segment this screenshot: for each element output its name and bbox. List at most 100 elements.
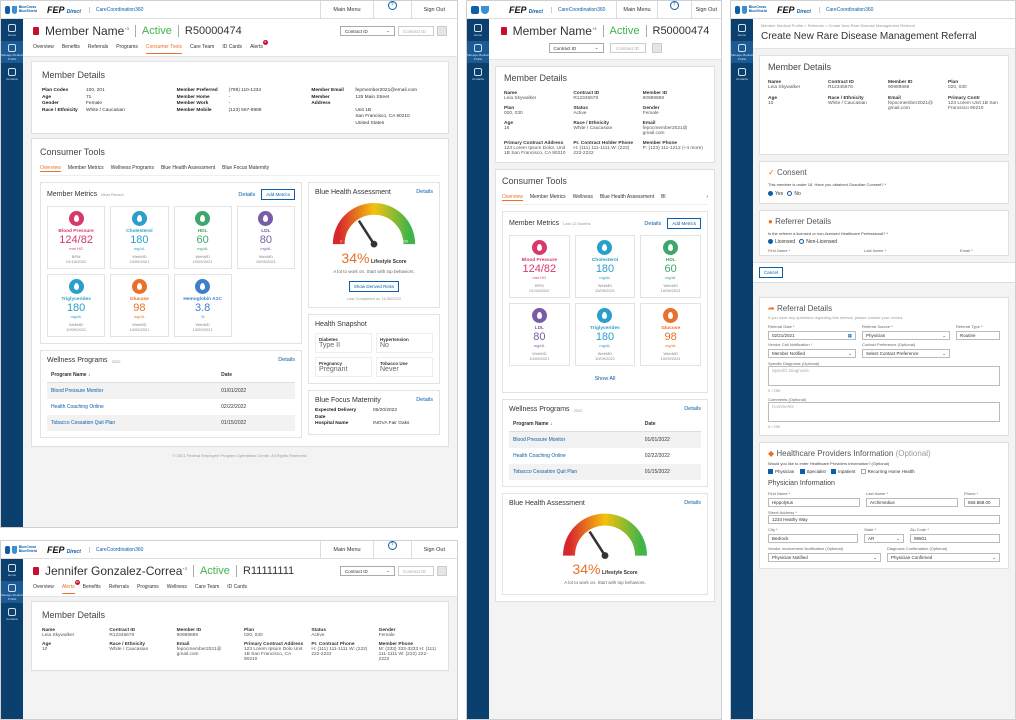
contact-preference-select[interactable]: Select Contact Preference ⌄ bbox=[862, 349, 950, 358]
metric-card[interactable]: Hemoglobin A1C 3.8% WebMD 10/09/2021 bbox=[173, 274, 232, 337]
tab-alerts[interactable]: Alerts 5 bbox=[250, 40, 268, 54]
contract-id-select[interactable]: Contract ID ⌄ bbox=[548, 43, 604, 53]
nav-medical-profile[interactable]: Manage Medical Profile bbox=[1, 581, 23, 603]
col-program-name[interactable]: Program Name ↓ bbox=[47, 368, 218, 383]
help-button[interactable]: ? bbox=[372, 1, 411, 19]
main-menu-button[interactable]: Main Menu bbox=[616, 1, 656, 19]
bha-details-link[interactable]: Details bbox=[684, 500, 701, 507]
tools-tab-overview[interactable]: Overview bbox=[502, 194, 523, 201]
tab-programs[interactable]: Programs bbox=[116, 44, 138, 54]
tab-benefits[interactable]: Benefits bbox=[62, 44, 80, 54]
nav-home[interactable]: Home bbox=[1, 559, 23, 581]
metrics-details-link[interactable]: Details bbox=[238, 192, 255, 198]
tools-tab-wellness[interactable]: Wellness Programs bbox=[111, 165, 154, 172]
tab-overview[interactable]: Overview bbox=[33, 584, 54, 594]
col-program-name[interactable]: Program Name ↓ bbox=[509, 417, 641, 432]
tools-tab-bha[interactable]: Blue Health Assessment bbox=[600, 194, 654, 201]
program-link[interactable]: Blood Pressure Monitor bbox=[47, 382, 218, 399]
contract-id-input[interactable]: Contract ID bbox=[398, 566, 434, 576]
nav-contacts[interactable]: Contacts bbox=[731, 63, 753, 85]
tab-referrals[interactable]: Referrals bbox=[88, 44, 108, 54]
program-link[interactable]: Health Coaching Online bbox=[47, 399, 217, 415]
contract-id-select[interactable]: Contract ID ⌄ bbox=[340, 566, 395, 576]
metric-card[interactable]: Triglycerides 180 mg/dL WebMD 10/09/2021 bbox=[47, 274, 106, 337]
physician-checkbox[interactable] bbox=[768, 469, 773, 475]
nav-home[interactable]: Home bbox=[1, 19, 23, 41]
tab-care-team[interactable]: Care Team bbox=[195, 584, 219, 594]
nav-home[interactable]: Home bbox=[731, 19, 753, 41]
metrics-details-link[interactable]: Details bbox=[644, 221, 661, 227]
city-input[interactable]: Bedrock bbox=[768, 534, 858, 544]
nav-contacts[interactable]: Contacts bbox=[1, 603, 23, 625]
tools-tab-bha[interactable]: Blue Health Assessment bbox=[161, 165, 215, 172]
maternity-details-link[interactable]: Details bbox=[416, 397, 433, 404]
sign-out-button[interactable]: Sign Out bbox=[410, 1, 457, 19]
tab-programs[interactable]: Programs bbox=[137, 584, 159, 594]
search-button[interactable] bbox=[651, 43, 662, 53]
metric-card[interactable]: Blood Pressure 124/82 mm HG BPM 01/15/2022 bbox=[509, 235, 570, 298]
physician-last-name[interactable]: Archimedius bbox=[866, 498, 958, 508]
tab-id-cards[interactable]: ID Cards bbox=[222, 44, 242, 54]
referral-type-select[interactable]: Routine bbox=[956, 331, 1000, 340]
tab-overview[interactable]: Overview bbox=[33, 44, 54, 54]
sign-out-button[interactable]: Sign Out bbox=[410, 541, 457, 559]
comments-textarea[interactable]: Comments bbox=[768, 402, 1000, 422]
diagnosis-confirmation-select[interactable]: Physician Confirmed ⌄ bbox=[887, 553, 1000, 563]
metric-card[interactable]: Glucose 98 mg/dL WebMD 10/09/2021 bbox=[640, 303, 701, 366]
show-derived-risks-button[interactable]: Show Derived Risks bbox=[348, 281, 400, 292]
program-link[interactable]: Tobacco Cessation Quit Plan bbox=[47, 415, 218, 431]
program-link[interactable]: Tobacco Cessation Quit Plan bbox=[509, 464, 641, 480]
metric-card[interactable]: HDL 60 mg/dL WebMD 10/09/2021 bbox=[173, 206, 232, 269]
wellness-details-link[interactable]: Details bbox=[684, 406, 701, 413]
nonlicensed-radio[interactable] bbox=[799, 239, 805, 245]
tools-tab-more[interactable]: Bl bbox=[661, 194, 665, 201]
add-metrics-button[interactable]: Add Metrics bbox=[667, 218, 701, 229]
program-link[interactable]: Health Coaching Online bbox=[509, 448, 641, 464]
referral-source-select[interactable]: Physician ⌄ bbox=[862, 331, 950, 340]
help-button[interactable]: ? bbox=[656, 1, 691, 19]
vendor-involvement-select[interactable]: Physician Notified ⌄ bbox=[768, 553, 881, 563]
cancel-button[interactable]: Cancel bbox=[759, 267, 784, 278]
licensed-radio[interactable] bbox=[768, 239, 773, 245]
add-metrics-button[interactable]: Add Metrics bbox=[261, 189, 295, 200]
metric-card[interactable]: Blood Pressure 124/82 mm HG BPM 01/15/2022 bbox=[47, 206, 106, 269]
tab-consumer-tools[interactable]: Consumer Tools bbox=[145, 44, 182, 54]
contract-id-select[interactable]: Contract ID ⌄ bbox=[340, 26, 395, 36]
yes-radio[interactable] bbox=[768, 191, 773, 197]
street-address-input[interactable]: 1234 Heathy Way bbox=[768, 515, 1000, 525]
tab-benefits[interactable]: Benefits bbox=[83, 584, 101, 594]
nav-contacts[interactable]: Contacts bbox=[1, 63, 23, 85]
tools-tab-metrics[interactable]: Member Metrics bbox=[68, 165, 104, 172]
nav-medical-profile[interactable]: Manage Medical Profile bbox=[1, 41, 23, 63]
metric-card[interactable]: HDL 60 mg/dL WebMD 10/09/2021 bbox=[640, 235, 701, 298]
home-health-checkbox[interactable] bbox=[860, 469, 866, 475]
tools-tab-maternity[interactable]: Blue Focus Maternity bbox=[222, 165, 269, 172]
sign-out-button[interactable]: Sign Out bbox=[690, 1, 721, 19]
tools-tab-metrics[interactable]: Member Metrics bbox=[530, 194, 566, 201]
referral-date-input[interactable]: 02/21/2021 ▦ bbox=[768, 331, 856, 340]
state-select[interactable]: AR ⌄ bbox=[864, 534, 904, 544]
chevron-right-icon[interactable]: › bbox=[706, 194, 708, 201]
main-menu-button[interactable]: Main Menu bbox=[320, 541, 372, 559]
nav-home[interactable]: Home bbox=[467, 19, 489, 41]
metric-card[interactable]: Cholesterol 180 mg/dL WebMD 10/09/2021 bbox=[110, 206, 169, 269]
metric-card[interactable]: LDL 80 mg/dL WebMD 10/09/2021 bbox=[509, 303, 570, 366]
show-all-link[interactable]: Show All bbox=[509, 376, 701, 382]
no-radio[interactable] bbox=[787, 191, 793, 197]
tab-wellness[interactable]: Wellness bbox=[167, 584, 187, 594]
metric-card[interactable]: LDL 80 mg/dL WebMD 10/09/2021 bbox=[236, 206, 295, 269]
metric-card[interactable]: Glucose 98 mg/dL WebMD 10/09/2021 bbox=[110, 274, 169, 337]
metric-card[interactable]: Triglycerides 180 mg/dL WebMD 10/09/2021 bbox=[574, 303, 636, 366]
search-button[interactable] bbox=[437, 26, 447, 36]
zip-input[interactable]: 98501 bbox=[910, 534, 1000, 544]
specialist-checkbox[interactable] bbox=[799, 469, 805, 475]
bha-details-link[interactable]: Details bbox=[416, 189, 433, 196]
nav-contacts[interactable]: Contacts bbox=[467, 63, 489, 85]
nav-medical-profile[interactable]: Manage Medical Profile bbox=[467, 41, 489, 63]
metric-card[interactable]: Cholesterol 180 mg/dL WebMD 10/09/2021 bbox=[574, 235, 636, 298]
vendor-notification-select[interactable]: Member Notified ⌄ bbox=[768, 349, 856, 358]
tab-alerts[interactable]: Alerts 15 bbox=[61, 580, 80, 594]
physician-first-name[interactable]: Hippolytus bbox=[768, 498, 860, 508]
physician-phone[interactable]: 555.888.00 bbox=[964, 498, 1000, 508]
inpatient-checkbox[interactable] bbox=[831, 469, 837, 475]
